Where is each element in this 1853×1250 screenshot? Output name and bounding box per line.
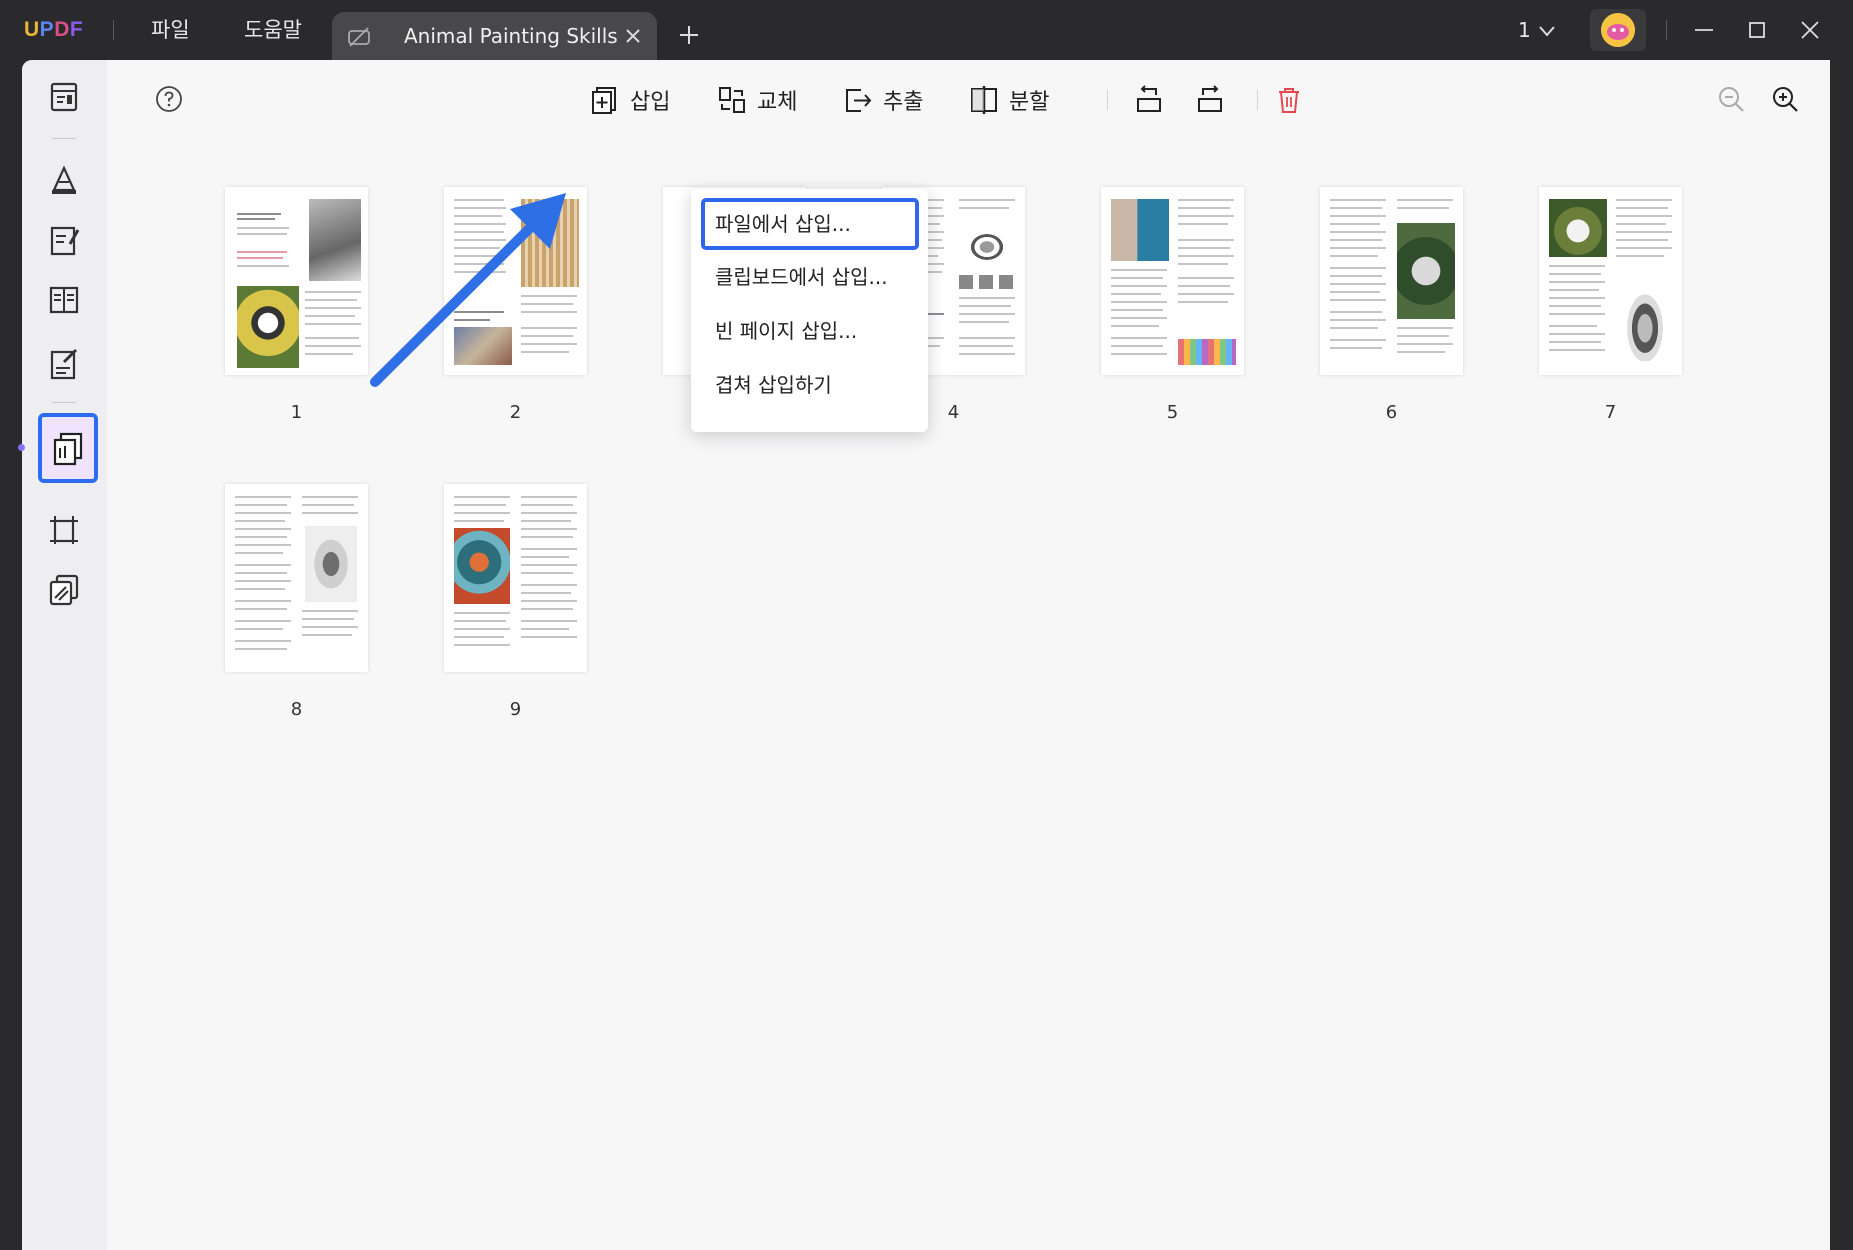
- insert-dropdown-menu: 파일에서 삽입... 클립보드에서 삽입... 빈 페이지 삽입... 겹쳐 삽…: [691, 189, 928, 432]
- trash-icon: [1279, 88, 1299, 113]
- close-window-icon[interactable]: [1796, 16, 1824, 44]
- insert-label: 삽입: [630, 90, 671, 115]
- page-preview: [225, 187, 368, 375]
- rotate-left-button[interactable]: [1134, 80, 1164, 120]
- brushes-image: [521, 199, 579, 287]
- menu-help[interactable]: 도움말: [244, 15, 302, 45]
- add-tab-icon[interactable]: [676, 22, 702, 48]
- account-button[interactable]: [1590, 9, 1646, 51]
- crop-pages-icon[interactable]: [42, 508, 86, 552]
- page-number: 6: [1385, 402, 1398, 423]
- insert-blank-page-option[interactable]: 빈 페이지 삽입...: [701, 305, 919, 357]
- rotate-counterclockwise-icon: [1137, 85, 1161, 112]
- extract-page-icon: [846, 89, 872, 112]
- paint-palette-image: [454, 327, 512, 365]
- dog-sketch-image: [309, 199, 361, 281]
- page-number: 1: [290, 402, 303, 423]
- left-sidebar: [18, 60, 107, 1250]
- page-organizer-area: 삽입 교체 추출 분할 1 2 4 5 6 7 8 9 파일에서 삽입... 클…: [107, 60, 1830, 1250]
- replace-button[interactable]: 교체: [717, 80, 797, 120]
- edit-off-icon: [348, 27, 370, 47]
- organize-pages-icon: [53, 432, 83, 466]
- painting-photo-image: [1111, 199, 1169, 261]
- page-preview: [1101, 187, 1244, 375]
- close-tab-icon[interactable]: [622, 25, 644, 47]
- sketch-steps-image: [959, 275, 1015, 289]
- extract-button[interactable]: 추출: [843, 80, 923, 120]
- avatar: [1601, 13, 1635, 47]
- document-tab[interactable]: Animal Painting Skills: [332, 12, 657, 60]
- rabbit-sketch-image: [1619, 279, 1671, 361]
- maximize-icon[interactable]: [1743, 16, 1771, 44]
- split-label: 분할: [1009, 90, 1050, 115]
- cat-painting-image: [454, 528, 510, 604]
- page-preview: [444, 187, 587, 375]
- delete-button[interactable]: [1274, 80, 1304, 120]
- redact-tool-icon[interactable]: [42, 568, 86, 612]
- form-tool-icon[interactable]: [42, 342, 86, 386]
- minimize-icon[interactable]: [1690, 16, 1718, 44]
- leaves-drawing-image: [1397, 223, 1455, 319]
- replace-page-icon: [719, 87, 745, 113]
- updf-logo: UPDF: [24, 18, 84, 41]
- page-layout-icon[interactable]: [42, 278, 86, 322]
- dog-painting-image: [237, 286, 299, 368]
- page-number: 8: [290, 699, 303, 720]
- app-window: UPDF 파일 도움말 Animal Painting Skills 1 삽입 …: [0, 0, 1853, 1250]
- title-divider-2: [1666, 20, 1667, 40]
- zoom-in-icon[interactable]: [1770, 84, 1800, 114]
- rabbit-photo-image: [1549, 199, 1607, 257]
- split-button[interactable]: 분할: [969, 80, 1049, 120]
- edit-pdf-icon[interactable]: [42, 218, 86, 262]
- organize-pages-button-active[interactable]: [38, 413, 98, 483]
- page-number: 5: [1166, 402, 1179, 423]
- page-number: 2: [509, 402, 522, 423]
- toolbar-divider: [1107, 90, 1108, 110]
- page-preview: [444, 484, 587, 672]
- page-number: 9: [509, 699, 522, 720]
- extract-label: 추출: [883, 90, 924, 115]
- tab-title: Animal Painting Skills: [404, 24, 618, 48]
- rotate-clockwise-icon: [1198, 85, 1222, 112]
- rotate-right-button[interactable]: [1195, 80, 1225, 120]
- dog-head-sketch-image: [962, 227, 1012, 267]
- reader-mode-icon[interactable]: [42, 75, 86, 119]
- main-frame: 삽입 교체 추출 분할 1 2 4 5 6 7 8 9 파일에서 삽입... 클…: [18, 60, 1830, 1250]
- insert-from-clipboard-option[interactable]: 클립보드에서 삽입...: [701, 251, 919, 303]
- page-preview: [225, 484, 368, 672]
- active-indicator-dot: [18, 444, 25, 451]
- insert-from-file-option[interactable]: 파일에서 삽입...: [701, 198, 919, 250]
- menu-file[interactable]: 파일: [151, 15, 190, 45]
- toolbar-divider-2: [1257, 90, 1258, 110]
- page-preview: [1320, 187, 1463, 375]
- page-preview: [1539, 187, 1682, 375]
- insert-overlay-option[interactable]: 겹쳐 삽입하기: [701, 359, 919, 411]
- help-icon[interactable]: [155, 85, 183, 113]
- chevron-down-icon[interactable]: [1536, 20, 1558, 42]
- split-page-icon: [971, 86, 997, 114]
- colored-pencils-image: [1178, 339, 1236, 365]
- replace-label: 교체: [757, 90, 798, 115]
- page-number: 7: [1604, 402, 1617, 423]
- zoom-out-icon[interactable]: [1716, 84, 1746, 114]
- sidebar-divider-2: [52, 402, 76, 403]
- horse-sketch-image: [305, 526, 357, 602]
- page-indicator[interactable]: 1: [1518, 17, 1531, 43]
- sidebar-divider: [52, 138, 76, 139]
- insert-page-icon: [592, 87, 616, 114]
- insert-button[interactable]: 삽입: [590, 80, 670, 120]
- comment-tool-icon[interactable]: [42, 158, 86, 202]
- title-bar: UPDF 파일 도움말 Animal Painting Skills 1: [0, 0, 1853, 60]
- title-divider: [113, 20, 114, 40]
